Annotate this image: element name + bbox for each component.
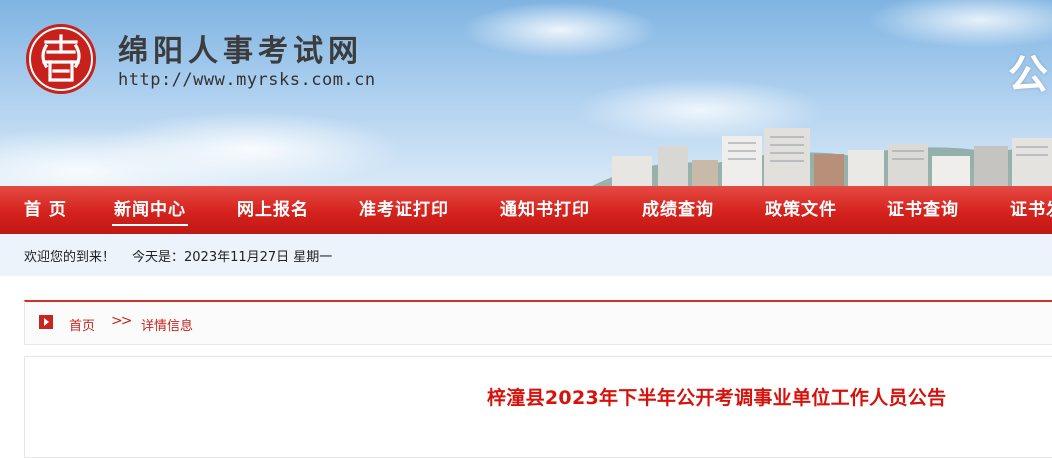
breadcrumb-separator: >> [111, 313, 133, 329]
breadcrumb-current: 详情信息 [141, 319, 194, 334]
banner-partial-text: 公 [1008, 52, 1048, 98]
nav-item-online-registration[interactable]: 网上报名 [237, 186, 309, 234]
breadcrumb-play-icon [39, 315, 53, 329]
welcome-bar: 欢迎您的到来！ 今天是：2023年11月27日 星期一 [0, 234, 1052, 276]
seal-logo-icon [26, 24, 96, 94]
breadcrumb-home-link[interactable]: 首页 [69, 315, 95, 334]
city-skyline-image [592, 128, 1052, 186]
nav-item-admission-ticket[interactable]: 准考证打印 [359, 186, 449, 234]
main-nav: 首 页 新闻中心 网上报名 准考证打印 通知书打印 成绩查询 政策文件 证书查询… [0, 186, 1052, 234]
nav-item-certificate-query[interactable]: 证书查询 [887, 186, 959, 234]
nav-item-notice-print[interactable]: 通知书打印 [500, 186, 590, 234]
nav-item-news[interactable]: 新闻中心 [112, 186, 188, 234]
site-name: 绵阳人事考试网 [118, 34, 363, 69]
welcome-greeting: 欢迎您的到来！ [24, 250, 116, 265]
article-title: 梓潼县2023年下半年公开考调事业单位工作人员公告 [487, 387, 947, 409]
nav-item-score-query[interactable]: 成绩查询 [642, 186, 714, 234]
nav-item-certificate-issue[interactable]: 证书发 [1010, 186, 1052, 234]
nav-item-home[interactable]: 首 页 [24, 186, 67, 234]
article-panel: 梓潼县2023年下半年公开考调事业单位工作人员公告 [24, 356, 1052, 458]
site-url: http://www.myrsks.com.cn [118, 70, 376, 90]
current-date: 今天是：2023年11月27日 星期一 [132, 250, 333, 265]
site-banner: 绵阳人事考试网 http://www.myrsks.com.cn 公 [0, 0, 1052, 186]
breadcrumb: 首页 >> 详情信息 [24, 300, 1052, 345]
nav-item-policy-docs[interactable]: 政策文件 [765, 186, 837, 234]
